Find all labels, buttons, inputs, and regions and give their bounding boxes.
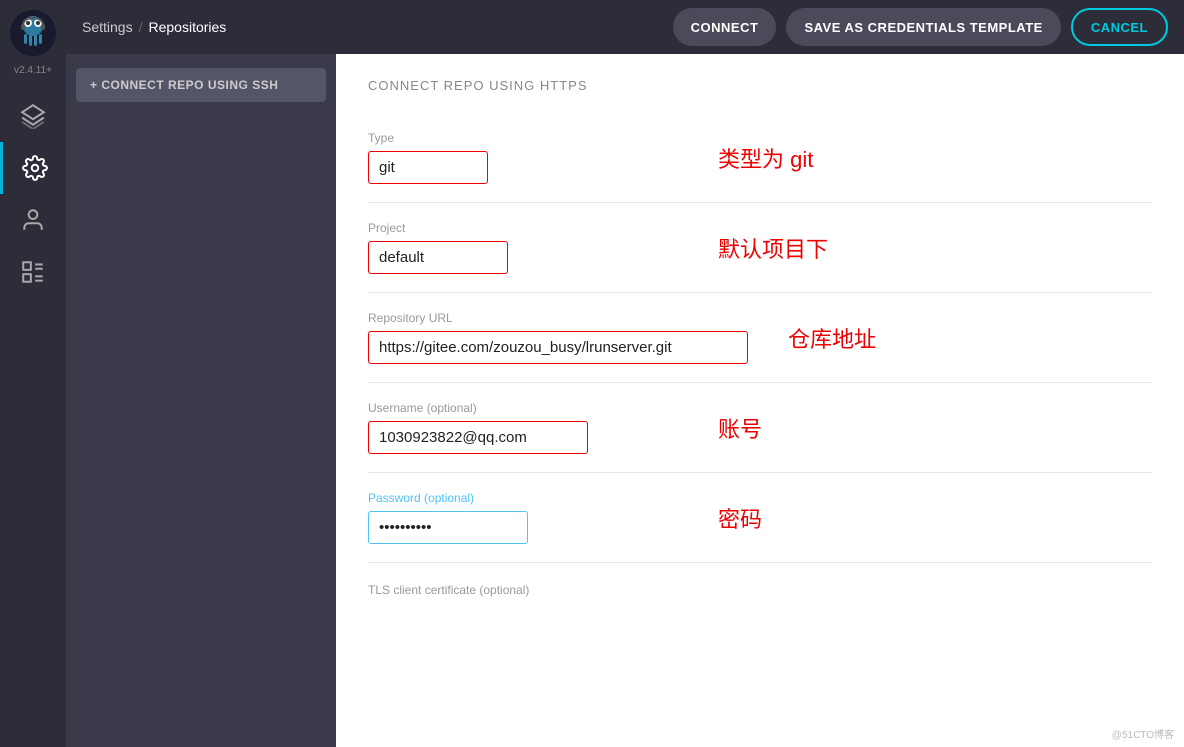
version-label: v2.4.11+: [14, 65, 52, 76]
field-col-project: Project: [368, 221, 688, 274]
content-area: + CONNECT REPO USING SSH CONNECT REPO US…: [66, 54, 1184, 747]
field-group-type: Type 类型为 git: [368, 113, 1152, 203]
watermark: @51CTO博客: [1112, 726, 1174, 741]
field-col-username: Username (optional): [368, 401, 688, 454]
sidebar-item-layers[interactable]: [0, 90, 66, 142]
field-group-username: Username (optional) 账号: [368, 383, 1152, 473]
form-area: CONNECT REPO USING HTTPS Type 类型为 git Pr…: [336, 54, 1184, 747]
topbar: Settings / Repositories CONNECT SAVE AS …: [66, 0, 1184, 54]
input-repo-url[interactable]: [368, 331, 748, 364]
sub-sidebar: + CONNECT REPO USING SSH: [66, 54, 336, 747]
annotation-password: 密码: [718, 502, 762, 534]
breadcrumb-parent: Settings: [82, 19, 133, 35]
annotation-repo-url: 仓库地址: [788, 322, 876, 354]
breadcrumb: Settings / Repositories: [82, 19, 226, 35]
field-group-password: Password (optional) 密码: [368, 473, 1152, 563]
field-col-password: Password (optional): [368, 491, 688, 544]
label-tls: TLS client certificate (optional): [368, 583, 529, 597]
input-type[interactable]: [368, 151, 488, 184]
sidebar-item-settings[interactable]: [0, 142, 66, 194]
logo: [10, 10, 56, 61]
label-password: Password (optional): [368, 491, 688, 505]
label-type: Type: [368, 131, 688, 145]
label-project: Project: [368, 221, 688, 235]
label-repo-url: Repository URL: [368, 311, 748, 325]
annotation-username: 账号: [718, 412, 762, 444]
field-col-type: Type: [368, 131, 688, 184]
main-area: Settings / Repositories CONNECT SAVE AS …: [66, 0, 1184, 747]
sidebar: v2.4.11+: [0, 0, 66, 747]
annotation-project: 默认项目下: [718, 232, 828, 264]
input-username[interactable]: [368, 421, 588, 454]
field-col-repo-url: Repository URL: [368, 311, 748, 364]
form-title: CONNECT REPO USING HTTPS: [368, 78, 1152, 93]
save-template-button[interactable]: SAVE AS CREDENTIALS TEMPLATE: [786, 8, 1060, 46]
label-username: Username (optional): [368, 401, 688, 415]
breadcrumb-current: Repositories: [148, 19, 226, 35]
tls-section: TLS client certificate (optional): [368, 563, 1152, 617]
sidebar-item-list[interactable]: [0, 246, 66, 298]
breadcrumb-separator: /: [139, 19, 143, 35]
connect-ssh-button[interactable]: + CONNECT REPO USING SSH: [76, 68, 326, 102]
field-group-repo-url: Repository URL 仓库地址: [368, 293, 1152, 383]
field-group-project: Project 默认项目下: [368, 203, 1152, 293]
input-password[interactable]: [368, 511, 528, 544]
sidebar-item-user[interactable]: [0, 194, 66, 246]
annotation-type: 类型为 git: [718, 142, 813, 174]
input-project[interactable]: [368, 241, 508, 274]
cancel-button[interactable]: CANCEL: [1071, 8, 1168, 46]
connect-button[interactable]: CONNECT: [673, 8, 777, 46]
